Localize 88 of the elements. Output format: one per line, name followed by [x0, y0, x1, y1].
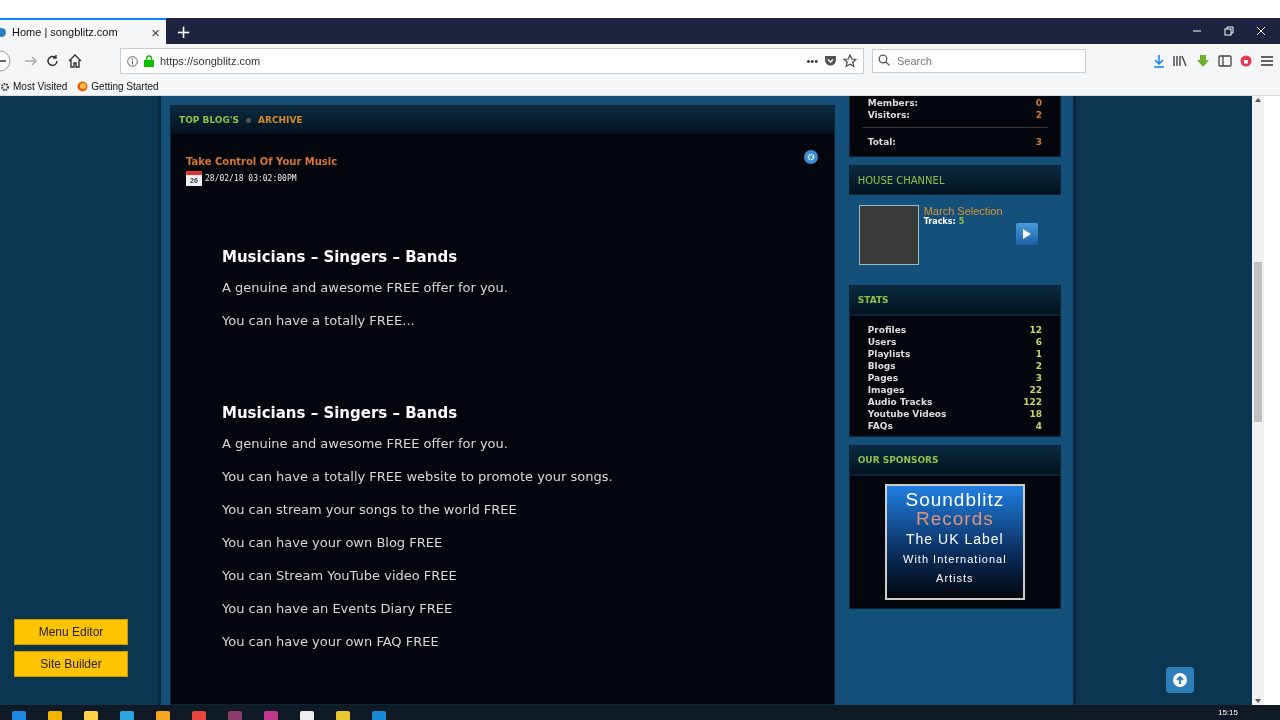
- photo-placeholder: [858, 205, 919, 265]
- address-bar[interactable]: https://songblitz.com •••: [120, 48, 864, 74]
- taskbar-app-icon[interactable]: [336, 710, 350, 720]
- settings-icon[interactable]: [803, 150, 818, 164]
- stat-value: 22: [1029, 384, 1042, 396]
- stat-label: Pages: [867, 372, 899, 384]
- menu-icon[interactable]: [1260, 55, 1274, 67]
- site-favicon-icon: [0, 27, 6, 37]
- online-label: Visitors:: [867, 109, 910, 121]
- stat-value: 2: [1035, 360, 1042, 372]
- section-header: HOUSE CHANNEL: [848, 165, 1061, 195]
- article-paragraph: A genuine and awesome FREE offer for you.: [222, 280, 509, 295]
- play-icon: [1022, 229, 1031, 239]
- page-actions-menu[interactable]: •••: [806, 55, 818, 67]
- taskbar-app-icon[interactable]: [300, 710, 314, 720]
- reload-icon[interactable]: [46, 54, 60, 68]
- blog-tab[interactable]: TOP BLOG'S: [179, 115, 240, 125]
- article-paragraph: A genuine and awesome FREE offer for you.: [222, 436, 509, 451]
- article-paragraph: You can have your own Blog FREE: [222, 535, 444, 550]
- browser-tab[interactable]: Home | songblitz.com ×: [0, 18, 166, 44]
- section-header: OUR SPONSORS: [848, 445, 1061, 475]
- scroll-to-top-button[interactable]: [1166, 667, 1194, 693]
- gear-icon: [0, 81, 10, 92]
- article-paragraph: You can have a totally FREE website to promote your songs.: [222, 469, 614, 484]
- post-title-link[interactable]: Take Control Of Your Music: [186, 156, 338, 167]
- close-icon[interactable]: [1256, 26, 1266, 36]
- pocket-icon[interactable]: [824, 55, 837, 67]
- taskbar-app-icon[interactable]: [120, 710, 134, 720]
- admin-button[interactable]: Site Builder: [14, 651, 128, 677]
- total-label: Total:: [867, 136, 896, 148]
- stat-label: Users: [867, 336, 897, 348]
- stat-value: 4: [1035, 420, 1042, 432]
- stat-label: Images: [867, 384, 905, 396]
- stat-label: FAQs: [867, 420, 893, 432]
- online-count: 0: [1035, 97, 1042, 109]
- bookmark-link[interactable]: Most Visited: [13, 81, 68, 92]
- restore-icon[interactable]: [1224, 26, 1234, 36]
- arrow-up-icon: [1173, 673, 1187, 687]
- bookmark-link[interactable]: Getting Started: [91, 81, 159, 92]
- article-paragraph: You can have an Events Diary FREE: [222, 601, 454, 616]
- lock-icon: [144, 55, 154, 67]
- download-icon[interactable]: [1153, 54, 1165, 68]
- taskbar-app-icon[interactable]: [84, 710, 98, 720]
- play-button[interactable]: [1015, 223, 1038, 245]
- article-heading: Musicians – Singers – Bands: [222, 404, 459, 422]
- info-icon: [127, 55, 138, 67]
- tracks-count: Tracks: 5: [923, 217, 966, 226]
- stat-value: 3: [1035, 372, 1042, 384]
- separator-dot-icon: [246, 117, 252, 123]
- admin-button[interactable]: Menu Editor: [14, 619, 128, 645]
- stat-label: Youtube Videos: [867, 408, 947, 420]
- stat-value: 1: [1035, 348, 1042, 360]
- article-heading: Musicians – Singers – Bands: [222, 248, 459, 266]
- star-icon[interactable]: [843, 54, 857, 68]
- search-icon: [878, 54, 890, 66]
- section-header: STATS: [848, 285, 1061, 315]
- stat-value: 18: [1029, 408, 1042, 420]
- clock: 15:15: [1217, 708, 1238, 717]
- post-date: 28/02/18 03:02:00PM: [205, 174, 297, 183]
- scrollbar[interactable]: [1252, 96, 1264, 705]
- scroll-down-icon[interactable]: [1255, 699, 1261, 703]
- stat-label: Playlists: [867, 348, 911, 360]
- stat-label: Blogs: [867, 360, 896, 372]
- globe-icon: [77, 81, 89, 92]
- home-icon[interactable]: [68, 54, 82, 68]
- new-tab-button[interactable]: +: [166, 18, 202, 44]
- article-paragraph: You can have your own FAQ FREE: [222, 634, 440, 649]
- article-paragraph: You can stream your songs to the world FREE: [222, 502, 518, 517]
- stat-label: Audio Tracks: [867, 396, 933, 408]
- total-count: 3: [1035, 136, 1042, 148]
- stat-value: 6: [1035, 336, 1042, 348]
- library-icon[interactable]: [1173, 55, 1188, 67]
- online-label: Members:: [867, 97, 919, 109]
- stat-value: 122: [1023, 396, 1042, 408]
- extension-icon[interactable]: [1240, 55, 1252, 67]
- taskbar-app-icon[interactable]: [48, 710, 62, 720]
- scrollbar-thumb[interactable]: [1254, 262, 1262, 422]
- sidebar-icon[interactable]: [1218, 55, 1232, 67]
- article-paragraph: You can Stream YouTube video FREE: [222, 568, 458, 583]
- article-paragraph: You can have a totally FREE...: [222, 313, 416, 328]
- stat-value: 12: [1029, 324, 1042, 336]
- sponsor-banner[interactable]: Soundblitz Records The UK Label With International Artists: [884, 484, 1025, 600]
- taskbar-app-icon[interactable]: [156, 710, 170, 720]
- stat-label: Profiles: [867, 324, 907, 336]
- blog-tab[interactable]: ARCHIVE: [258, 115, 303, 125]
- online-count: 2: [1035, 109, 1042, 121]
- search-field[interactable]: Search: [872, 49, 1086, 73]
- scroll-up-icon[interactable]: [1255, 98, 1261, 102]
